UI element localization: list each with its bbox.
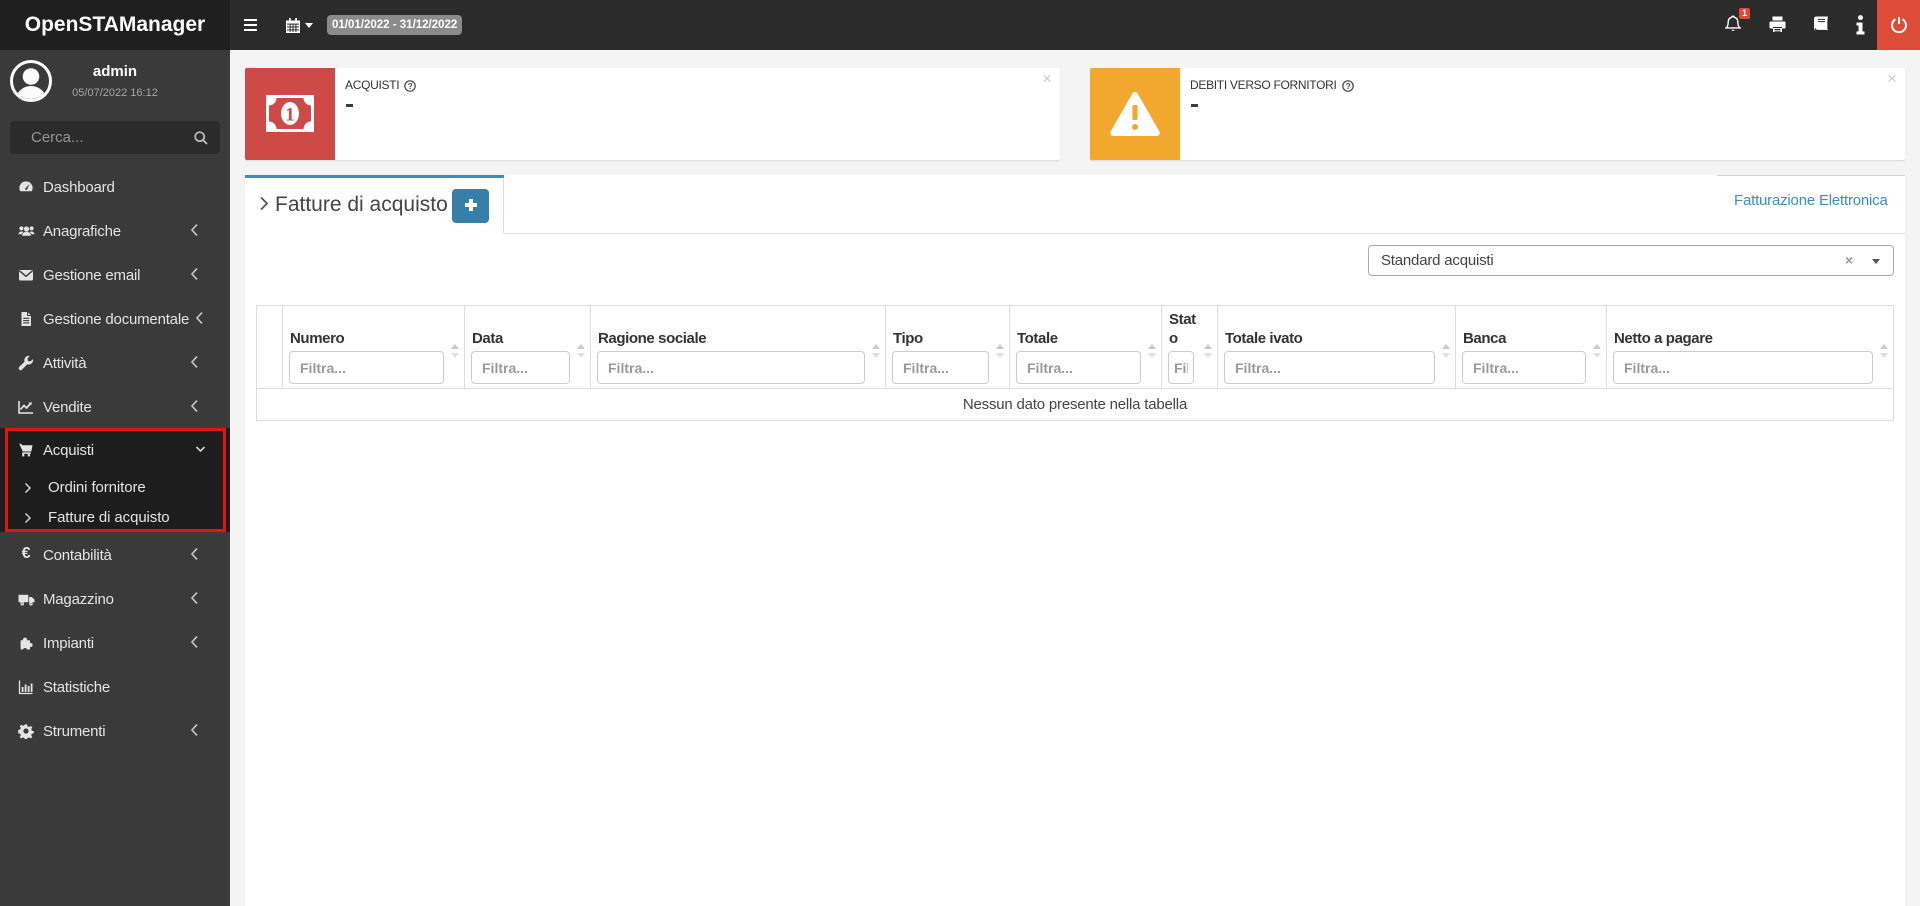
svg-text:1: 1 — [285, 105, 295, 126]
svg-text:?: ? — [408, 81, 413, 90]
svg-text:?: ? — [1345, 81, 1350, 90]
